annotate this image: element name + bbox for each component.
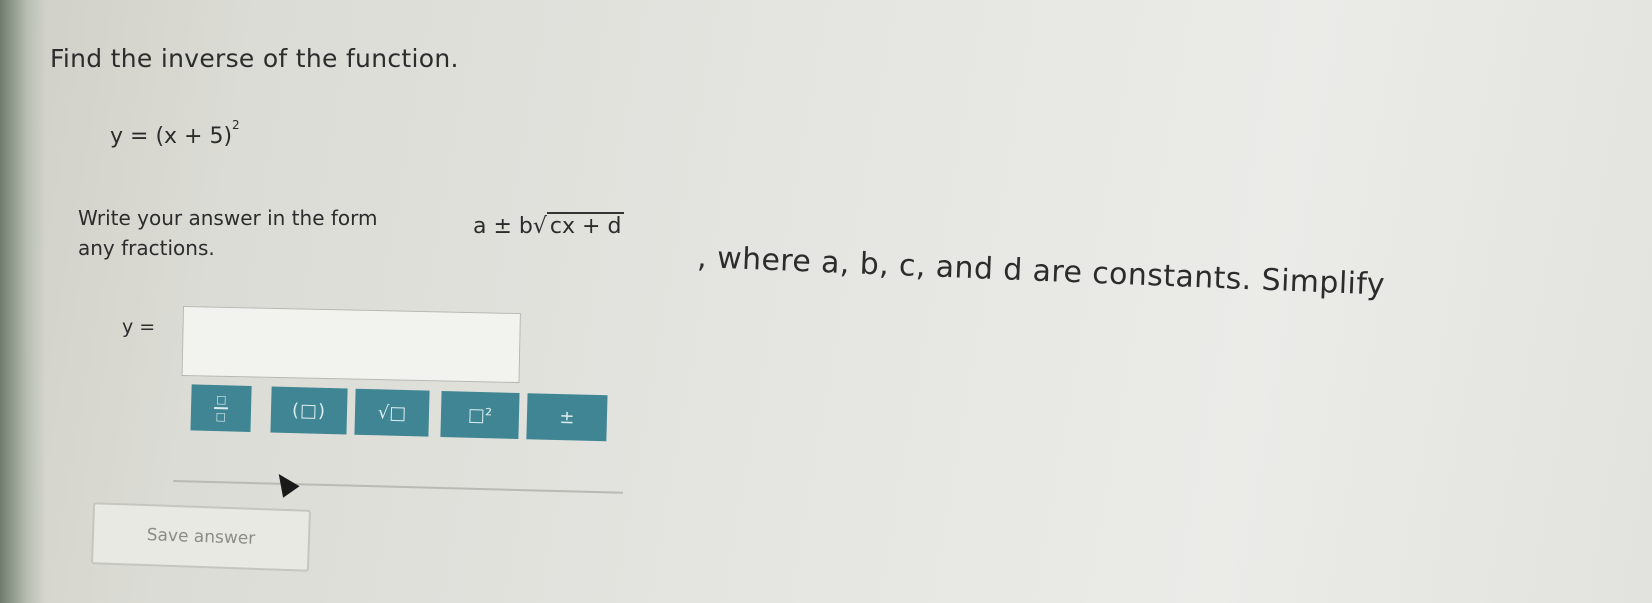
equation-exponent: 2: [232, 118, 240, 132]
math-toolbar: □ □ (□) √□ □² ±: [173, 372, 626, 494]
power-icon: □²: [467, 404, 493, 426]
parentheses-icon: (□): [291, 399, 327, 422]
instruction-text: Write your answer in the form any fracti…: [78, 206, 378, 260]
sqrt-symbol: √: [532, 214, 547, 239]
answer-input[interactable]: [181, 306, 521, 384]
equation-text: y = (x + 5): [110, 124, 233, 149]
screen-left-edge: [0, 0, 46, 603]
form-expr-prefix: a ± b: [473, 214, 533, 239]
plus-minus-button[interactable]: ±: [526, 393, 608, 442]
fraction-icon: □ □: [214, 393, 229, 424]
instruction-start: Write your answer in the form: [78, 206, 378, 230]
function-equation: y = (x + 5)2: [110, 118, 240, 149]
save-answer-button[interactable]: Save answer: [90, 502, 312, 572]
parentheses-button[interactable]: (□): [270, 386, 348, 435]
sqrt-icon: √□: [377, 401, 407, 424]
instruction-line2: any fractions.: [78, 236, 215, 260]
question-title: Find the inverse of the function.: [50, 44, 459, 73]
form-expr-radicand: cx + d: [546, 212, 625, 239]
instruction-end: , where a, b, c, and d are constants. Si…: [696, 240, 1386, 303]
power-button[interactable]: □²: [440, 390, 520, 439]
fraction-button[interactable]: □ □: [190, 384, 252, 432]
answer-label: y =: [122, 316, 156, 338]
sqrt-button[interactable]: √□: [354, 388, 430, 437]
plus-minus-icon: ±: [559, 406, 575, 428]
answer-form-expression: a ± b√ cx + d: [473, 212, 625, 239]
